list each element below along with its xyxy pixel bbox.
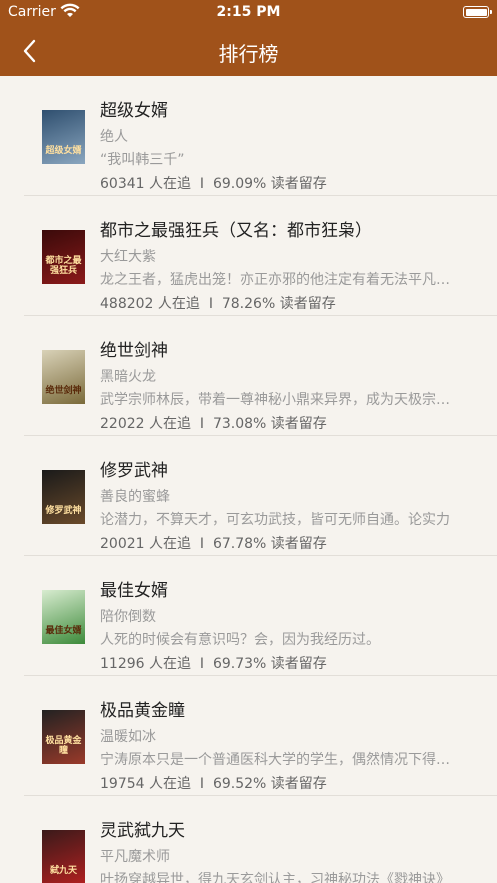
battery-icon bbox=[463, 6, 492, 18]
ranking-list[interactable]: 超级女婿 超级女婿 绝人 “我叫韩三千” 60341 人在追 I 69.09% 读者留存… bbox=[0, 76, 497, 883]
book-title: 灵武弑九天 bbox=[100, 821, 185, 841]
cover-title-art: 弑九天 bbox=[49, 866, 77, 876]
book-author: 大红大紫 bbox=[100, 249, 156, 265]
book-title: 超级女婿 bbox=[100, 101, 168, 121]
cover-title-art: 绝世剑神 bbox=[45, 386, 82, 396]
book-author: 绝人 bbox=[100, 129, 128, 145]
clock: 2:15 PM bbox=[216, 4, 281, 20]
retention-rate: 67.78% bbox=[212, 536, 267, 552]
book-cover-image: 超级女婿 bbox=[42, 110, 85, 164]
book-title: 极品黄金瞳 bbox=[100, 701, 185, 721]
retention-rate: 69.52% bbox=[212, 776, 267, 792]
retention-rate: 69.73% bbox=[212, 656, 267, 672]
book-row[interactable]: 弑九天 灵武弑九天平凡魔术师叶扬穿越异世，得九天玄剑认主，习神秘功法《戮神诀》 bbox=[24, 796, 497, 883]
readers-label: 人在追 bbox=[149, 776, 191, 792]
readers-label: 人在追 bbox=[149, 416, 191, 432]
retention-label: 读者留存 bbox=[270, 776, 327, 792]
book-stats: 19754 人在追 I 69.52% 读者留存 bbox=[100, 773, 327, 793]
book-description: 宁涛原本只是一个普通医科大学的学生，偶然情况下得到了黄金瞳 bbox=[100, 752, 455, 768]
book-title: 最佳女婿 bbox=[100, 581, 168, 601]
book-row[interactable]: 都市之最强狂兵 都市之最强狂兵（又名：都市狂枭） 大红大紫龙之王者，猛虎出笼！亦正亦… bbox=[24, 196, 497, 316]
cover-title-art: 最佳女婿 bbox=[45, 626, 82, 636]
readers-count: 60341 bbox=[100, 176, 145, 192]
navigation-bar: 排行榜 bbox=[0, 26, 497, 76]
status-bar: Carrier 2:15 PM bbox=[0, 0, 497, 26]
readers-count: 22022 bbox=[100, 416, 145, 432]
book-row[interactable]: 最佳女婿 最佳女婿 陪你倒数 人死的时候会有意识吗？会，因为我经历过。 11296 人在… bbox=[24, 556, 497, 676]
cover-title-art: 极品黄金瞳 bbox=[45, 736, 82, 756]
retention-rate: 73.08% bbox=[212, 416, 267, 432]
retention-rate: 78.26% bbox=[221, 296, 276, 312]
book-stats: 11296 人在追 I 69.73% 读者留存 bbox=[100, 653, 327, 673]
book-title: 都市之最强狂兵（又名：都市狂枭） bbox=[100, 221, 372, 241]
retention-label: 读者留存 bbox=[279, 296, 336, 312]
book-title: 绝世剑神 bbox=[100, 341, 168, 361]
book-stats: 60341 人在追 I 69.09% 读者留存 bbox=[100, 173, 327, 193]
readers-count: 20021 bbox=[100, 536, 145, 552]
book-description: 人死的时候会有意识吗？会，因为我经历过。 bbox=[100, 632, 380, 648]
readers-label: 人在追 bbox=[149, 536, 191, 552]
retention-label: 读者留存 bbox=[270, 656, 327, 672]
readers-count: 11296 bbox=[100, 656, 145, 672]
book-cover-image: 绝世剑神 bbox=[42, 350, 85, 404]
book-description: “我叫韩三千” bbox=[100, 152, 185, 168]
book-author: 温暖如冰 bbox=[100, 729, 156, 745]
retention-label: 读者留存 bbox=[270, 416, 327, 432]
book-row[interactable]: 极品黄金瞳极品黄金瞳温暖如冰宁涛原本只是一个普通医科大学的学生，偶然情况下得到了… bbox=[24, 676, 497, 796]
book-cover-image: 最佳女婿 bbox=[42, 590, 85, 644]
book-description: 龙之王者，猛虎出笼！亦正亦邪的他注定有着无法平凡的一生 bbox=[100, 272, 455, 288]
retention-label: 读者留存 bbox=[270, 536, 327, 552]
book-author: 平凡魔术师 bbox=[100, 849, 170, 865]
page-title: 排行榜 bbox=[218, 42, 279, 66]
book-title: 修罗武神 bbox=[100, 461, 168, 481]
book-cover-image: 修罗武神 bbox=[42, 470, 85, 524]
readers-label: 人在追 bbox=[149, 176, 191, 192]
book-author: 黑暗火龙 bbox=[100, 369, 156, 385]
retention-rate: 69.09% bbox=[212, 176, 267, 192]
retention-label: 读者留存 bbox=[270, 176, 327, 192]
book-cover-image: 都市之最强狂兵 bbox=[42, 230, 85, 284]
readers-label: 人在追 bbox=[149, 656, 191, 672]
book-stats: 22022 人在追 I 73.08% 读者留存 bbox=[100, 413, 327, 433]
book-description: 武学宗师林辰，带着一尊神秘小鼎来异界，成为天极宗废物少年 bbox=[100, 392, 455, 408]
book-cover-image: 极品黄金瞳 bbox=[42, 710, 85, 764]
book-author: 陪你倒数 bbox=[100, 609, 156, 625]
cover-title-art: 修罗武神 bbox=[45, 506, 82, 516]
book-description: 论潜力，不算天才，可玄功武技，皆可无师自通。论实力 bbox=[100, 512, 450, 528]
book-description: 叶扬穿越异世，得九天玄剑认主，习神秘功法《戮神诀》 bbox=[100, 872, 450, 883]
readers-count: 488202 bbox=[100, 296, 154, 312]
cover-title-art: 都市之最强狂兵 bbox=[45, 256, 82, 276]
book-row[interactable]: 超级女婿 超级女婿 绝人 “我叫韩三千” 60341 人在追 I 69.09% 读者留存 bbox=[24, 76, 497, 196]
book-stats: 20021 人在追 I 67.78% 读者留存 bbox=[100, 533, 327, 553]
book-row[interactable]: 修罗武神 修罗武神 善良的蜜蜂 论潜力，不算天才，可玄功武技，皆可无师自通。论实力 20… bbox=[24, 436, 497, 556]
cover-title-art: 超级女婿 bbox=[45, 146, 82, 156]
book-row[interactable]: 绝世剑神 绝世剑神 黑暗火龙 武学宗师林辰，带着一尊神秘小鼎来异界，成为天极宗废物少年… bbox=[24, 316, 497, 436]
book-stats: 488202 人在追 I 78.26% 读者留存 bbox=[100, 293, 336, 313]
book-author: 善良的蜜蜂 bbox=[100, 489, 170, 505]
book-cover-image: 弑九天 bbox=[42, 830, 85, 883]
readers-label: 人在追 bbox=[157, 296, 200, 312]
readers-count: 19754 bbox=[100, 776, 145, 792]
